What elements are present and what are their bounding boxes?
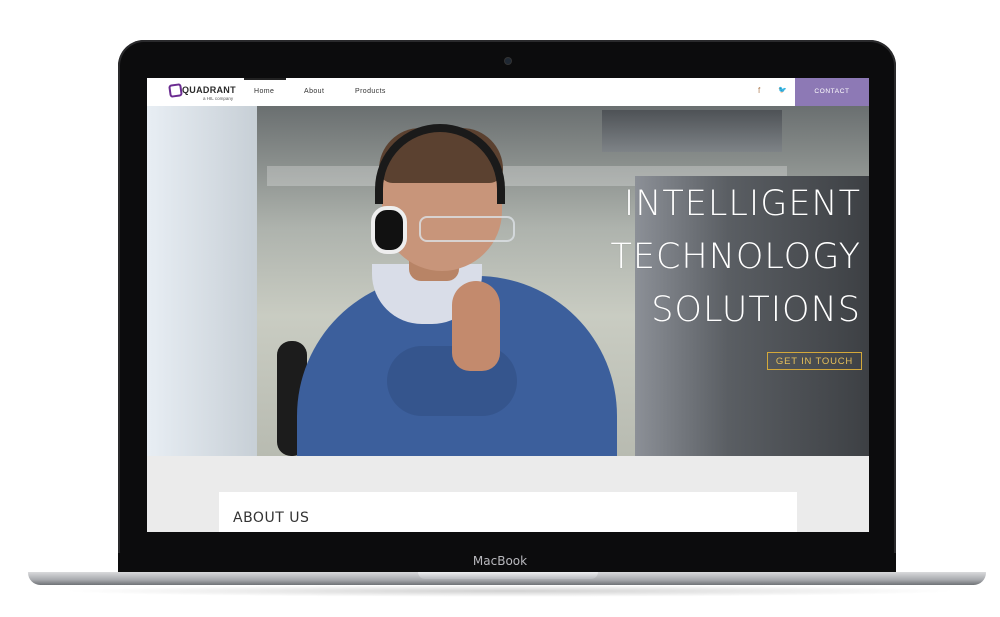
screen: QUADRANT a HIL company Home About Produc… (147, 78, 869, 532)
facebook-icon[interactable]: f (758, 86, 760, 95)
logo-text: QUADRANT (182, 85, 236, 95)
nav-item-products[interactable]: Products (355, 78, 386, 106)
hero-banner: INTELLIGENT TECHNOLOGY SOLUTIONS GET IN … (147, 106, 869, 456)
hero-window (147, 106, 257, 456)
device-label: MacBook (472, 554, 528, 568)
get-in-touch-button[interactable]: GET IN TOUCH (767, 352, 862, 370)
hero-shelf (602, 110, 782, 152)
twitter-icon[interactable]: 🐦 (778, 86, 787, 94)
top-nav: QUADRANT a HIL company Home About Produc… (147, 78, 869, 106)
hero-headline-line-3: SOLUTIONS (651, 290, 861, 330)
about-title: ABOUT US (233, 510, 310, 526)
logo-subtitle: a HIL company (203, 96, 234, 101)
hero-headline-line-1: INTELLIGENT (623, 184, 861, 224)
about-section: ABOUT US (147, 456, 869, 532)
nav-item-about[interactable]: About (304, 78, 324, 106)
headset-icon (371, 206, 407, 254)
glasses (419, 216, 515, 242)
laptop-notch (418, 572, 598, 579)
about-card: ABOUT US (219, 492, 797, 532)
nav-item-home[interactable]: Home (243, 78, 287, 106)
logo-mark-icon (168, 83, 183, 98)
laptop-shadow (60, 585, 960, 597)
hero-headline-line-2: TECHNOLOGY (610, 237, 861, 277)
contact-button[interactable]: CONTACT (795, 78, 869, 106)
person-hand (452, 281, 500, 371)
logo[interactable]: QUADRANT a HIL company (168, 83, 239, 102)
camera-icon (505, 58, 511, 64)
